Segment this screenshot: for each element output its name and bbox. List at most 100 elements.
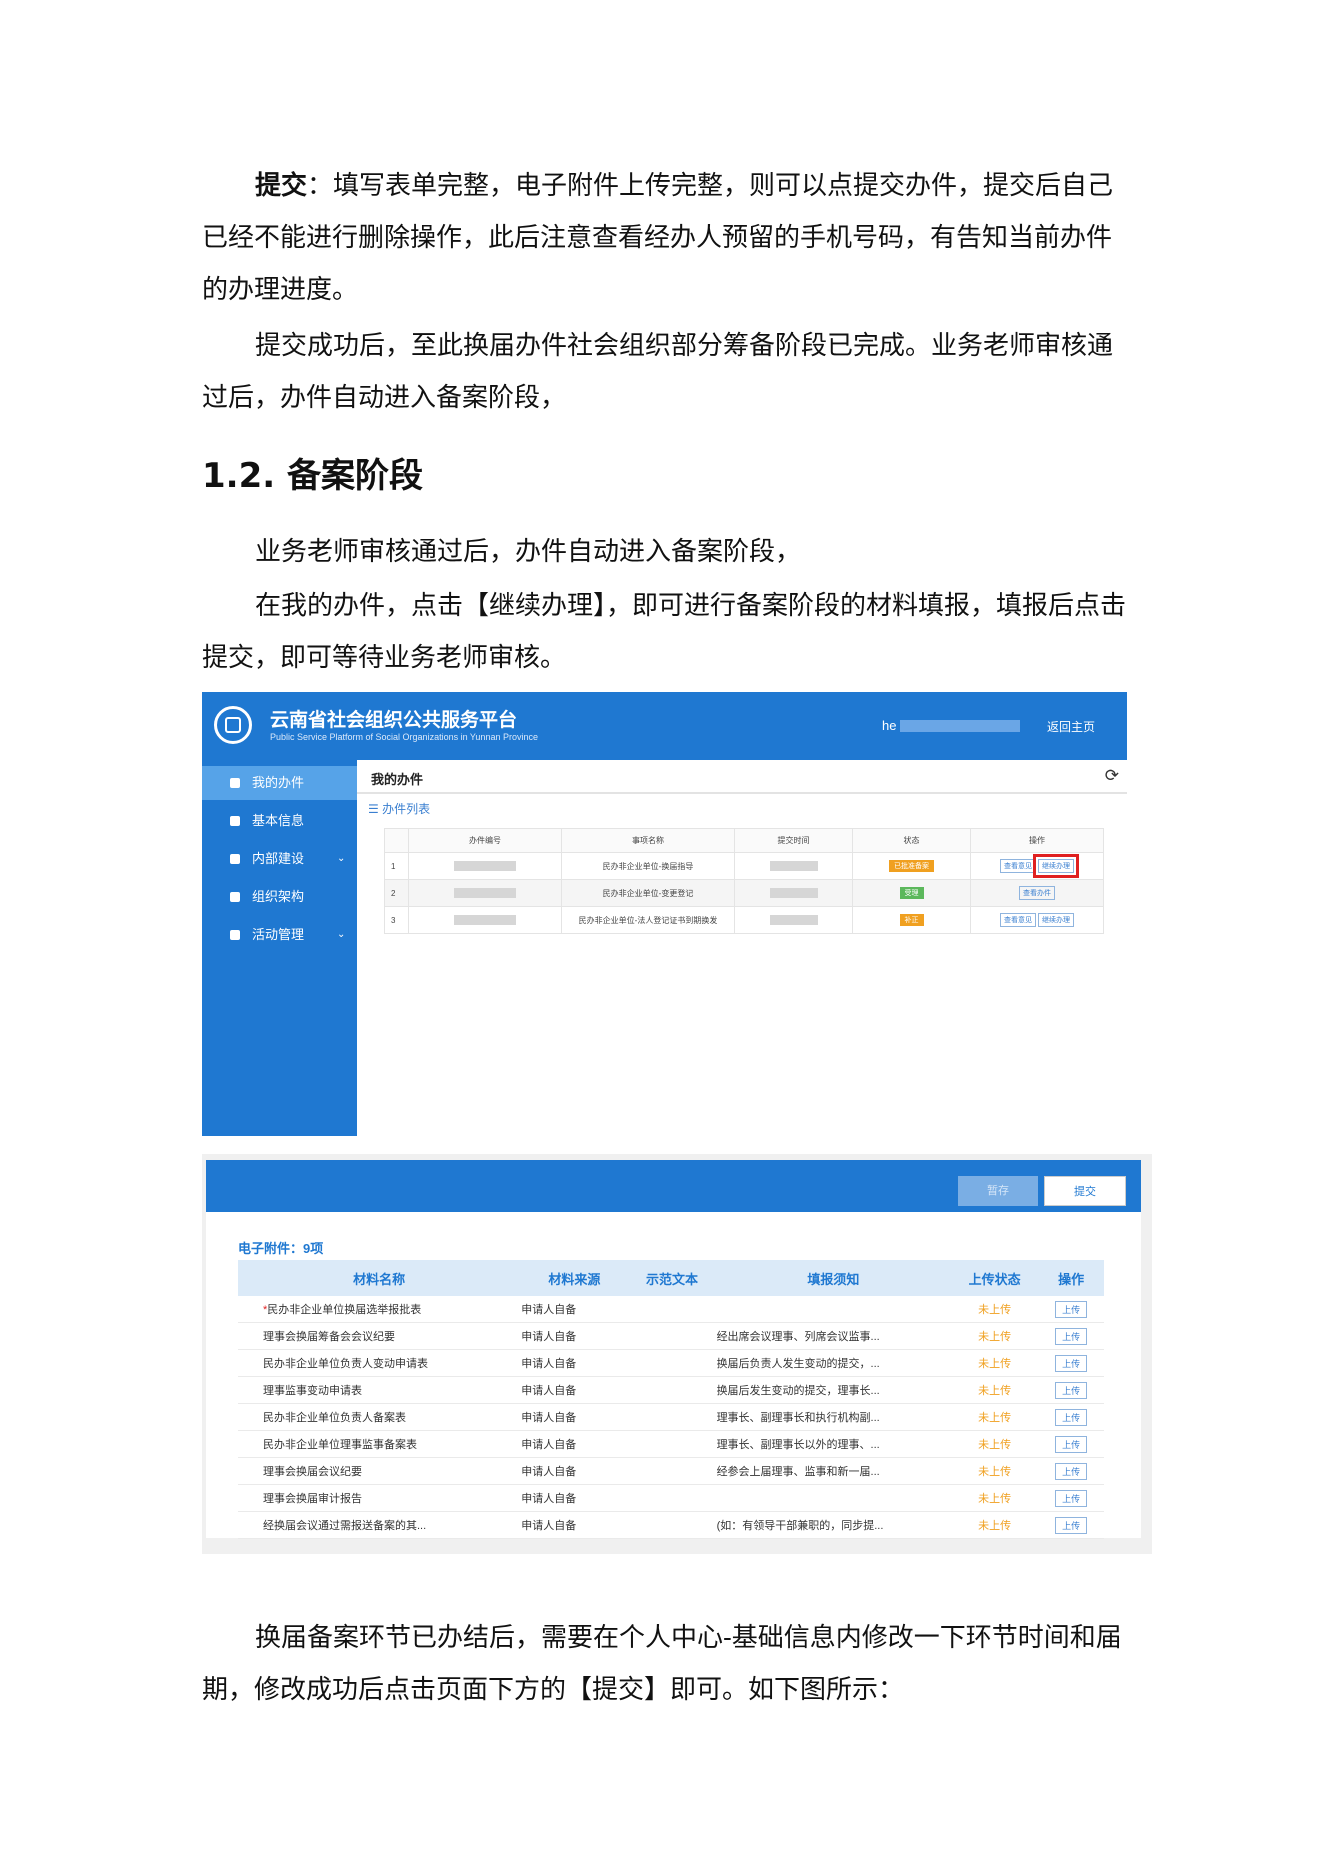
upload-button[interactable]: 上传 bbox=[1055, 1516, 1088, 1534]
view-opinion-button[interactable]: 查看意见 bbox=[1000, 859, 1036, 873]
gears-icon bbox=[230, 892, 240, 902]
save-draft-button[interactable]: 暂存 bbox=[958, 1176, 1038, 1206]
blurred-id bbox=[454, 915, 516, 925]
table-row: 理事会换届筹备会会议纪要 申请人自备 经出席会议理事、列席会议监事... 未上传 上传 bbox=[238, 1322, 1104, 1350]
nav-my-cases[interactable]: 我的办件 bbox=[202, 766, 357, 800]
material-name-text: 理事会换届筹备会会议纪要 bbox=[263, 1331, 395, 1343]
upload-button[interactable]: 上传 bbox=[1055, 1408, 1088, 1426]
nav-internal[interactable]: 内部建设 ⌄ bbox=[202, 842, 357, 876]
material-name: 民办非企业单位负责人备案表 bbox=[238, 1403, 521, 1431]
table-row: 1 民办非企业单位-换届指导 已批准备案 查看意见 继续办理 bbox=[384, 852, 1104, 880]
form-toolbar: 暂存 提交 bbox=[206, 1160, 1141, 1212]
home-link[interactable]: 返回主页 bbox=[1047, 718, 1095, 735]
continue-button[interactable]: 继续办理 bbox=[1038, 913, 1074, 927]
auto-text: 业务老师审核通过后，办件自动进入备案阶段， bbox=[255, 537, 802, 567]
document-icon bbox=[230, 854, 240, 864]
modify-text: 换届备案环节已办结后，需要在个人中心-基础信息内修改一下环节时间和届期，修改成功… bbox=[202, 1623, 1122, 1705]
table-header-row: 材料名称 材料来源 示范文本 填报须知 上传状态 操作 bbox=[238, 1260, 1104, 1296]
platform-logo-icon bbox=[214, 706, 252, 744]
nav-basic-info[interactable]: 基本信息 bbox=[202, 804, 357, 838]
cases-table: 办件编号 事项名称 提交时间 状态 操作 1 民办非企业单位-换届指导 已批准备… bbox=[384, 828, 1104, 934]
upload-button[interactable]: 上传 bbox=[1055, 1489, 1088, 1507]
user-blur bbox=[900, 720, 1020, 732]
upload-status: 未上传 bbox=[951, 1484, 1039, 1512]
material-source: 申请人自备 bbox=[520, 1376, 629, 1404]
briefcase-icon bbox=[230, 778, 240, 788]
table-row: 民办非企业单位负责人备案表 申请人自备 理事长、副理事长和执行机构副... 未上传 上传 bbox=[238, 1403, 1104, 1431]
fill-notice: 换届后发生变动的提交，理事长... bbox=[715, 1376, 952, 1404]
view-case-button[interactable]: 查看办件 bbox=[1019, 886, 1055, 900]
table-row: 3 民办非企业单位-法人登记证书到期换发 补正 查看意见 继续办理 bbox=[384, 906, 1104, 934]
material-name: 民办非企业单位理事监事备案表 bbox=[238, 1430, 521, 1458]
fill-notice: 经参会上届理事、监事和新一届... bbox=[715, 1457, 952, 1485]
table-header-row: 办件编号 事项名称 提交时间 状态 操作 bbox=[384, 828, 1104, 853]
platform-subtitle: Public Service Platform of Social Organi… bbox=[270, 732, 538, 742]
screenshot-my-cases: 云南省社会组织公共服务平台 Public Service Platform of… bbox=[202, 692, 1127, 1136]
col-header: 上传状态 bbox=[951, 1260, 1039, 1296]
continue-text: 在我的办件，点击【继续办理】，即可进行备案阶段的材料填报，填报后点击提交，即可等… bbox=[202, 591, 1127, 673]
submit-term: 提交 bbox=[255, 171, 308, 201]
upload-status: 未上传 bbox=[951, 1457, 1039, 1485]
view-opinion-button[interactable]: 查看意见 bbox=[1000, 913, 1036, 927]
nav-activity[interactable]: 活动管理 ⌄ bbox=[202, 918, 357, 952]
upload-status: 未上传 bbox=[951, 1376, 1039, 1404]
material-name-text: 民办非企业单位理事监事备案表 bbox=[263, 1439, 417, 1451]
col-header: 材料名称 bbox=[238, 1260, 521, 1296]
platform-header: 云南省社会组织公共服务平台 Public Service Platform of… bbox=[202, 692, 1127, 760]
book-icon bbox=[230, 816, 240, 826]
sample-text bbox=[628, 1457, 716, 1485]
upload-button[interactable]: 上传 bbox=[1055, 1327, 1088, 1345]
upload-button[interactable]: 上传 bbox=[1055, 1300, 1088, 1318]
blurred-time bbox=[769, 861, 818, 871]
material-name: 理事会换届筹备会会议纪要 bbox=[238, 1322, 521, 1350]
table-row: 民办非企业单位负责人变动申请表 申请人自备 换届后负责人发生变动的提交，... 未上传… bbox=[238, 1349, 1104, 1377]
fill-notice bbox=[715, 1296, 952, 1323]
content-title: 我的办件 bbox=[371, 772, 424, 787]
list-label: ☰ 办件列表 bbox=[368, 802, 431, 816]
refresh-icon[interactable]: ⟳ bbox=[1105, 766, 1119, 786]
upload-button[interactable]: 上传 bbox=[1055, 1381, 1088, 1399]
sample-text bbox=[628, 1430, 716, 1458]
table-row: 理事会换届审计报告 申请人自备 未上传 上传 bbox=[238, 1484, 1104, 1512]
material-name-text: 民办非企业单位负责人变动申请表 bbox=[263, 1358, 428, 1370]
operation: 上传 bbox=[1038, 1376, 1104, 1404]
col-header: 提交时间 bbox=[734, 828, 853, 853]
operation: 上传 bbox=[1038, 1322, 1104, 1350]
continue-button[interactable]: 继续办理 bbox=[1033, 854, 1079, 878]
material-name: 理事监事变动申请表 bbox=[238, 1376, 521, 1404]
material-source: 申请人自备 bbox=[520, 1403, 629, 1431]
paragraph-complete: 提交成功后，至此换届办件社会组织部分筹备阶段已完成。业务老师审核通过后，办件自动… bbox=[202, 320, 1127, 424]
blurred-id bbox=[454, 888, 516, 898]
section-heading: 1.2. 备案阶段 bbox=[202, 456, 423, 496]
nav-org[interactable]: 组织架构 bbox=[202, 880, 357, 914]
paragraph-submit: 提交：填写表单完整，电子附件上传完整，则可以点提交办件，提交后自己已经不能进行删… bbox=[202, 160, 1127, 316]
submit-button[interactable]: 提交 bbox=[1044, 1176, 1126, 1206]
col-header: 状态 bbox=[852, 828, 971, 853]
upload-button[interactable]: 上传 bbox=[1055, 1462, 1088, 1480]
sample-text bbox=[628, 1376, 716, 1404]
material-source: 申请人自备 bbox=[520, 1349, 629, 1377]
chevron-down-icon: ⌄ bbox=[337, 853, 346, 864]
operation: 上传 bbox=[1038, 1403, 1104, 1431]
table-row: 理事监事变动申请表 申请人自备 换届后发生变动的提交，理事长... 未上传 上传 bbox=[238, 1376, 1104, 1404]
material-source: 申请人自备 bbox=[520, 1296, 629, 1323]
screenshot-attachments: 暂存 提交 电子附件：9项 材料名称 材料来源 示范文本 填报须知 上传状态 操… bbox=[202, 1154, 1152, 1554]
table-row: 民办非企业单位理事监事备案表 申请人自备 理事长、副理事长以外的理事、... 未上传上… bbox=[238, 1430, 1104, 1458]
material-source: 申请人自备 bbox=[520, 1322, 629, 1350]
blurred-time bbox=[769, 915, 818, 925]
status-badge: 受理 bbox=[899, 887, 924, 899]
sample-text bbox=[628, 1484, 716, 1512]
material-name: *民办非企业单位换届选举报批表 bbox=[238, 1296, 521, 1323]
upload-button[interactable]: 上传 bbox=[1055, 1435, 1088, 1453]
col-header: 操作 bbox=[1038, 1260, 1104, 1296]
material-source: 申请人自备 bbox=[520, 1457, 629, 1485]
status-badge: 已批准备案 bbox=[889, 860, 934, 872]
display-icon bbox=[230, 930, 240, 940]
sample-text bbox=[628, 1511, 716, 1539]
upload-button[interactable]: 上传 bbox=[1055, 1354, 1088, 1372]
operation: 上传 bbox=[1038, 1430, 1104, 1458]
sample-text bbox=[628, 1349, 716, 1377]
blurred-time bbox=[769, 888, 818, 898]
submit-desc: ：填写表单完整，电子附件上传完整，则可以点提交办件，提交后自己已经不能进行删除操… bbox=[202, 171, 1114, 305]
sample-text bbox=[628, 1403, 716, 1431]
